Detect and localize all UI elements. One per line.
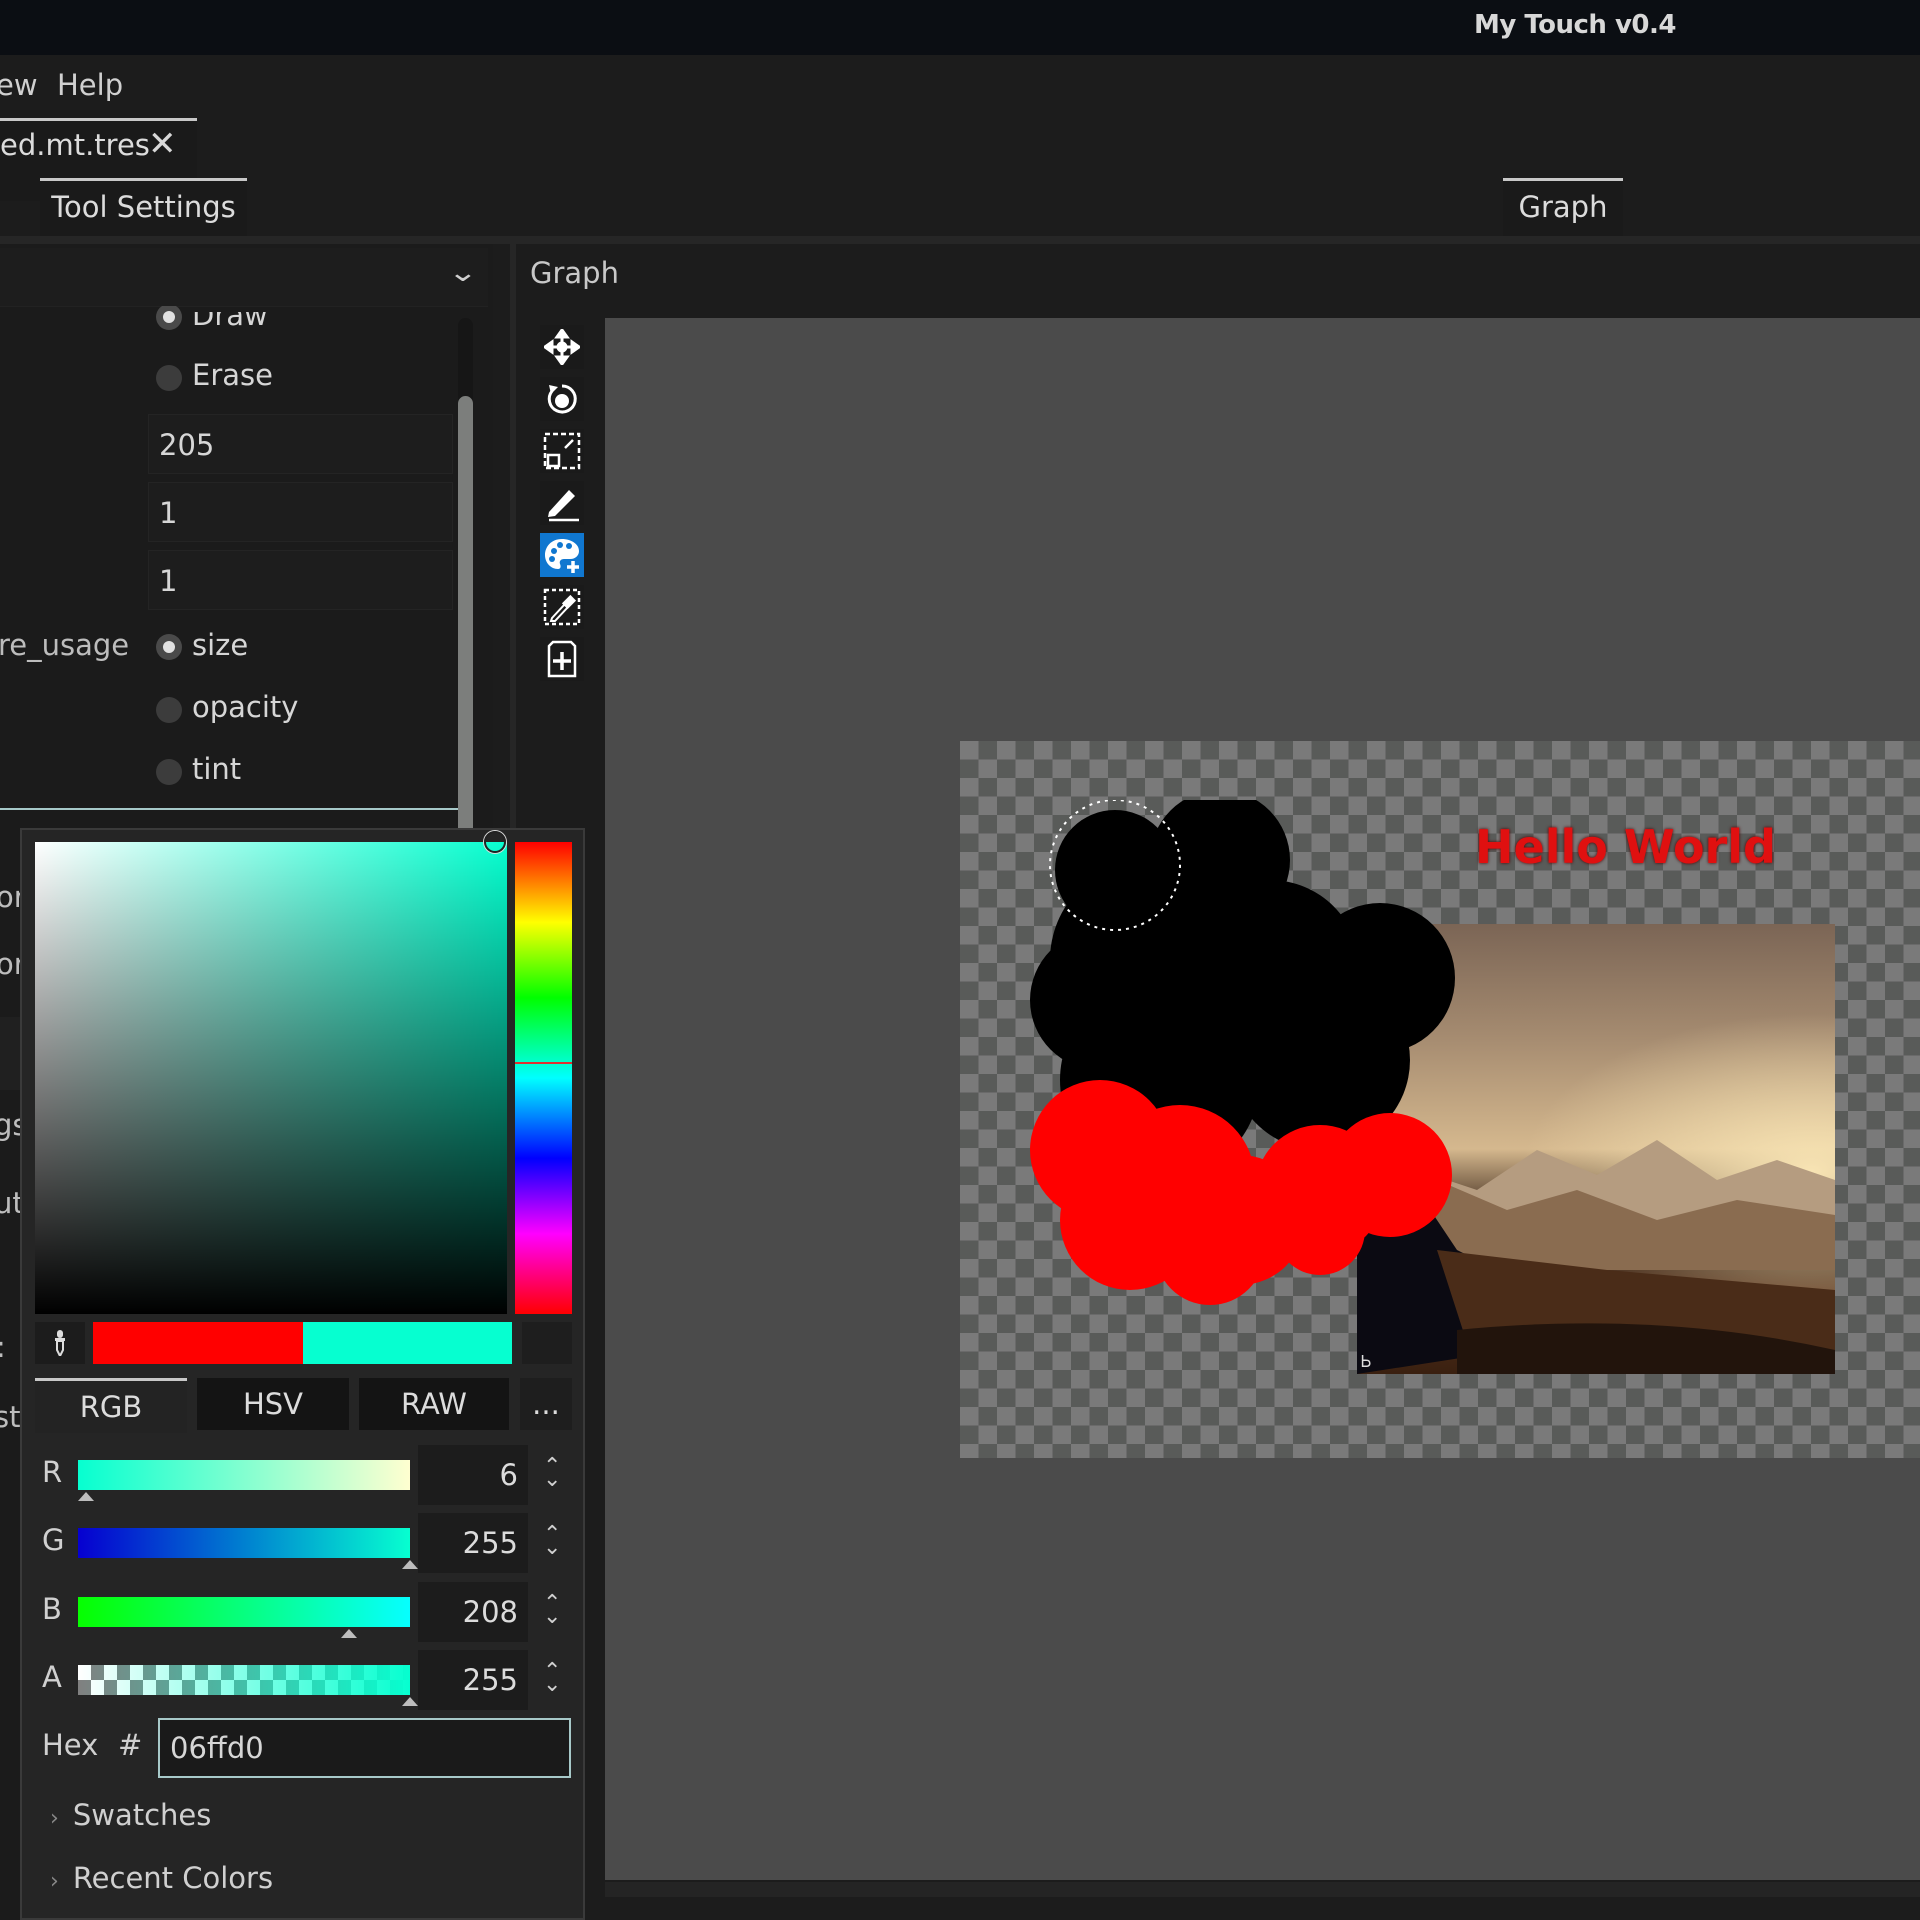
tool-settings-header[interactable]	[0, 248, 488, 307]
tab-graph[interactable]: Graph	[1503, 178, 1623, 236]
color-picker-tool-button[interactable]	[540, 585, 584, 629]
picker-extra-button[interactable]	[522, 1322, 572, 1364]
menu-help[interactable]: Help	[57, 68, 123, 102]
radio-tint-label: tint	[192, 752, 242, 786]
channel-a-value[interactable]: 255	[418, 1650, 528, 1710]
text-layer[interactable]: Hello World	[1475, 820, 1776, 874]
channel-g-spinner[interactable]: ⌃ ⌄	[543, 1524, 561, 1559]
app-title: My Touch v0.4	[1473, 10, 1677, 40]
file-tab-label: ed.mt.tres	[0, 128, 150, 162]
number-field-1[interactable]: 1	[148, 482, 453, 542]
channel-a-spinner[interactable]: ⌃ ⌄	[543, 1661, 561, 1696]
sv-handle[interactable]	[484, 831, 506, 853]
paint-strokes	[1030, 800, 1455, 1305]
color-picker-icon	[543, 588, 581, 626]
radio-opacity[interactable]	[156, 697, 182, 723]
graph-bottom-bar	[605, 1880, 1920, 1897]
chevron-right-icon: ›	[50, 1806, 59, 1831]
hex-hash: #	[118, 1728, 143, 1762]
channel-a-label: A	[42, 1660, 62, 1694]
add-file-tool-button[interactable]	[540, 637, 584, 681]
hue-slider[interactable]	[515, 842, 572, 1314]
channel-b-label: B	[42, 1592, 62, 1626]
old-color-swatch[interactable]	[93, 1322, 303, 1364]
chevron-right-icon: ›	[50, 1869, 59, 1894]
left-row-bg	[0, 1017, 20, 1090]
radio-draw[interactable]	[156, 306, 182, 330]
channel-b-spinner[interactable]: ⌃ ⌄	[543, 1593, 561, 1628]
tab-rgb[interactable]: RGB	[35, 1378, 187, 1433]
close-icon[interactable]: ✕	[148, 124, 177, 164]
channel-a-slider[interactable]	[78, 1665, 410, 1695]
channel-g-slider[interactable]	[78, 1528, 410, 1558]
add-file-icon	[547, 640, 577, 678]
hue-marker[interactable]	[515, 1062, 572, 1064]
picker-menu-button[interactable]: ...	[520, 1378, 572, 1430]
pencil-tool-button[interactable]	[540, 481, 584, 525]
channel-b-slider[interactable]	[78, 1597, 410, 1627]
channel-r-value[interactable]: 6	[418, 1445, 528, 1505]
move-tool-button[interactable]	[540, 325, 584, 369]
dock-separator	[0, 236, 1920, 244]
saturation-value-box[interactable]	[35, 842, 507, 1314]
recent-colors-section[interactable]: › Recent Colors	[50, 1861, 273, 1895]
channel-r-spinner[interactable]: ⌃ ⌄	[543, 1456, 561, 1491]
menu-bar	[0, 55, 1920, 117]
swatches-section[interactable]: › Swatches	[50, 1798, 211, 1832]
eyedropper-button[interactable]	[35, 1322, 85, 1364]
swatches-label: Swatches	[72, 1798, 212, 1832]
tab-raw[interactable]: RAW	[359, 1378, 509, 1430]
hex-label: Hex	[42, 1728, 99, 1762]
palette-add-icon	[545, 539, 579, 573]
scrollbar-thumb[interactable]	[458, 396, 473, 836]
channel-g-marker[interactable]	[402, 1560, 418, 1569]
number-field-2[interactable]: 1	[148, 550, 453, 610]
graph-panel-title: Graph	[530, 256, 619, 290]
eyedropper-icon	[55, 1330, 65, 1356]
rotate-tool-button[interactable]	[540, 377, 584, 421]
channel-r-slider[interactable]	[78, 1460, 410, 1490]
new-color-swatch[interactable]	[303, 1322, 512, 1364]
pressure-usage-label: re_usage	[0, 628, 130, 662]
tab-hsv[interactable]: HSV	[197, 1378, 349, 1430]
tab-tool-settings[interactable]: Tool Settings	[40, 178, 247, 236]
focus-outline	[0, 808, 458, 810]
radio-size[interactable]	[156, 634, 182, 660]
scale-tool-button[interactable]	[540, 429, 584, 473]
scale-icon	[543, 432, 581, 470]
channel-b-marker[interactable]	[340, 1629, 357, 1638]
palette-tool-button[interactable]	[540, 533, 584, 577]
channel-a-marker[interactable]	[402, 1697, 418, 1706]
radio-erase-label: Erase	[192, 358, 273, 392]
chevron-down-icon[interactable]: ⌄	[448, 258, 479, 288]
move-icon	[544, 329, 580, 365]
image-watermark: Ꮟ	[1361, 1352, 1372, 1371]
channel-r-marker[interactable]	[77, 1492, 94, 1501]
truncated-label: :	[0, 1330, 6, 1364]
channel-g-label: G	[42, 1523, 65, 1557]
radio-size-label: size	[192, 628, 249, 662]
radio-tint[interactable]	[156, 759, 182, 785]
channel-r-label: R	[42, 1455, 63, 1489]
hex-input[interactable]	[158, 1718, 571, 1778]
radio-erase[interactable]	[156, 365, 182, 391]
size-field[interactable]: 205	[148, 414, 453, 474]
channel-g-value[interactable]: 255	[418, 1513, 528, 1573]
rotate-icon	[547, 384, 577, 414]
pencil-icon	[548, 490, 579, 522]
recent-colors-label: Recent Colors	[72, 1861, 274, 1895]
radio-opacity-label: opacity	[192, 690, 299, 724]
menu-view[interactable]: ew	[0, 68, 38, 102]
channel-b-value[interactable]: 208	[418, 1582, 528, 1642]
